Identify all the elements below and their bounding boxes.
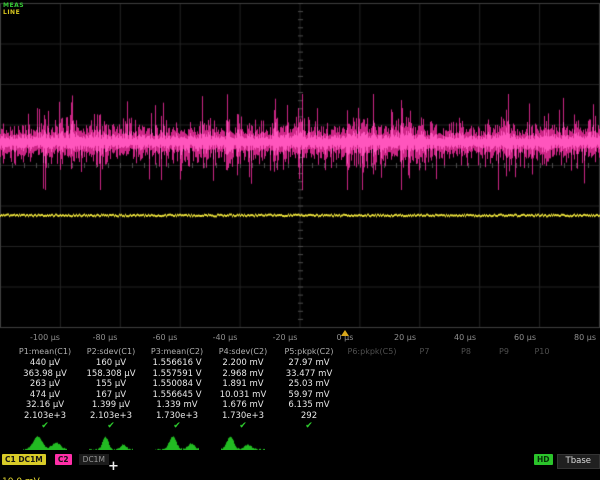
descriptor-bar: C1 DC1M C2 DC1M 10.0 mV + HDTbase 13 Bit…	[0, 452, 600, 480]
measure-header-p3[interactable]: P3:mean(C2)	[144, 346, 210, 358]
histicon-cell	[12, 432, 78, 450]
measure-header-p7[interactable]: P7	[402, 346, 447, 358]
measure-header-p1[interactable]: P1:mean(C1)	[12, 346, 78, 358]
channel-c2-badge[interactable]: C2	[55, 454, 72, 465]
timebase-label[interactable]: Tbase	[557, 454, 600, 469]
x-axis-label: -60 µs	[150, 333, 180, 342]
measure-value: 363.98 µV	[12, 369, 78, 380]
measure-value: 1.557591 V	[144, 369, 210, 380]
status-check-icon: ✔	[210, 421, 276, 432]
measure-value: 292	[276, 411, 342, 422]
measure-values: 440 µV 160 µV 1.556616 V 2.200 mV 27.97 …	[12, 358, 342, 450]
x-axis-label: -20 µs	[270, 333, 300, 342]
hd-mode-badge[interactable]: HD	[534, 454, 553, 465]
channel-c2-coupling[interactable]: DC1M	[79, 454, 109, 465]
measure-header-p9[interactable]: P9	[485, 346, 523, 358]
channel-c1-badge[interactable]: C1 DC1M	[2, 454, 46, 465]
measure-value: 167 µV	[78, 390, 144, 401]
measure-value: 27.97 mV	[276, 358, 342, 369]
measure-header-row: P1:mean(C1) P2:sdev(C1) P3:mean(C2) P4:s…	[0, 346, 600, 358]
measure-value: 1.676 mV	[210, 400, 276, 411]
measure-header-p8[interactable]: P8	[447, 346, 485, 358]
measure-value: 1.399 µV	[78, 400, 144, 411]
measure-value: 59.97 mV	[276, 390, 342, 401]
measure-value: 155 µV	[78, 379, 144, 390]
measure-value: 2.103e+3	[12, 411, 78, 422]
measure-value: 2.968 mV	[210, 369, 276, 380]
measure-value: 1.550084 V	[144, 379, 210, 390]
measure-value: 440 µV	[12, 358, 78, 369]
status-check-icon: ✔	[144, 421, 210, 432]
x-axis-label: -100 µs	[30, 333, 60, 342]
histicon-cell	[78, 432, 144, 450]
measure-value: 2.103e+3	[78, 411, 144, 422]
timebase-descriptor[interactable]: HDTbase 13 Bits20.0 µs/div	[450, 454, 600, 480]
measure-value: 158.308 µV	[78, 369, 144, 380]
histicon-cell	[210, 432, 276, 450]
x-axis-label: -40 µs	[210, 333, 240, 342]
measure-value: 160 µV	[78, 358, 144, 369]
measure-value: 1.891 mV	[210, 379, 276, 390]
status-check-icon: ✔	[276, 421, 342, 432]
x-axis-label: 80 µs	[570, 333, 600, 342]
channel-descriptors: C1 DC1M C2 DC1M 10.0 mV	[2, 454, 109, 480]
waveform-display[interactable]	[0, 0, 600, 330]
measure-value: 263 µV	[12, 379, 78, 390]
trigger-position-icon[interactable]	[341, 330, 349, 336]
histicon-sparkline	[89, 434, 133, 450]
measure-value: 2.200 mV	[210, 358, 276, 369]
measure-value: 1.730e+3	[144, 411, 210, 422]
measure-header-p6[interactable]: P6:pkpk(C5)	[342, 346, 402, 358]
top-left-badges: MEAS LINE	[3, 2, 24, 16]
measure-value: 1.339 mV	[144, 400, 210, 411]
measure-value: 33.477 mV	[276, 369, 342, 380]
measure-header-p5[interactable]: P5:pkpk(C2)	[276, 346, 342, 358]
measure-header-p10[interactable]: P10	[523, 346, 561, 358]
measure-value: 1.556616 V	[144, 358, 210, 369]
measure-value: 6.135 mV	[276, 400, 342, 411]
measure-header-p2[interactable]: P2:sdev(C1)	[78, 346, 144, 358]
time-axis: -100 µs -80 µs -60 µs -40 µs -20 µs 0 µs…	[0, 330, 600, 346]
cursor-crosshair-icon[interactable]: +	[108, 460, 119, 473]
x-axis-label: 40 µs	[450, 333, 480, 342]
histicon-sparkline	[155, 434, 199, 450]
status-check-icon: ✔	[12, 421, 78, 432]
measure-value: 474 µV	[12, 390, 78, 401]
oscilloscope-screen: MEAS LINE -100 µs -80 µs -60 µs -40 µs -…	[0, 0, 600, 480]
histicon-sparkline	[23, 434, 67, 450]
measure-value: 1.730e+3	[210, 411, 276, 422]
x-axis-label: 60 µs	[510, 333, 540, 342]
histicon-sparkline	[221, 434, 265, 450]
measure-value: 1.556645 V	[144, 390, 210, 401]
histicon-cell	[276, 432, 342, 450]
measure-value: 25.03 mV	[276, 379, 342, 390]
measure-value: 10.031 mV	[210, 390, 276, 401]
meas-badge: MEAS	[3, 2, 24, 9]
measure-header-p4[interactable]: P4:sdev(C2)	[210, 346, 276, 358]
status-check-icon: ✔	[78, 421, 144, 432]
histicon-cell	[144, 432, 210, 450]
x-axis-label: -80 µs	[90, 333, 120, 342]
measure-value: 32.16 µV	[12, 400, 78, 411]
line-badge: LINE	[3, 9, 24, 16]
x-axis-label: 20 µs	[390, 333, 420, 342]
